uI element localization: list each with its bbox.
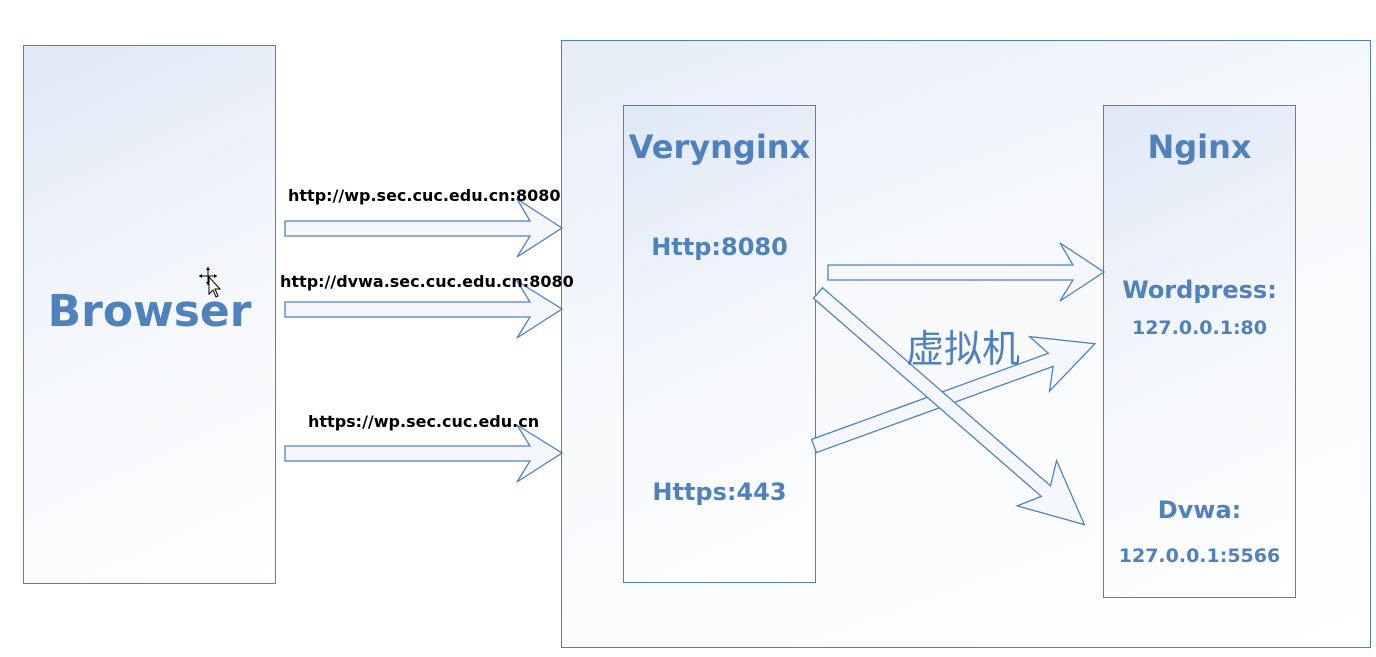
nginx-title: Nginx (1147, 128, 1252, 166)
nginx-box (1103, 105, 1296, 598)
nginx-wordpress-addr: 127.0.0.1:80 (1131, 317, 1267, 339)
nginx-wordpress-label: Wordpress: (1122, 276, 1277, 304)
request-arrow-3 (284, 424, 564, 483)
verynginx-box (623, 105, 816, 583)
verynginx-title: Verynginx (628, 128, 811, 166)
verynginx-http-port: Http:8080 (651, 233, 788, 261)
request-url-1: http://wp.sec.cuc.edu.cn:8080 (288, 186, 561, 205)
request-arrow-1 (284, 198, 564, 258)
browser-label: Browser (47, 286, 252, 337)
nginx-dvwa-addr: 127.0.0.1:5566 (1118, 545, 1281, 567)
diagram-canvas: Browser Verynginx Http:8080 Https:443 Ng… (0, 0, 1376, 657)
verynginx-https-port: Https:443 (652, 478, 787, 506)
vm-label: 虚拟机 (906, 327, 1021, 371)
nginx-dvwa-label: Dvwa: (1157, 496, 1242, 524)
request-url-2: http://dvwa.sec.cuc.edu.cn:8080 (280, 272, 574, 291)
request-url-3: https://wp.sec.cuc.edu.cn (308, 412, 540, 431)
